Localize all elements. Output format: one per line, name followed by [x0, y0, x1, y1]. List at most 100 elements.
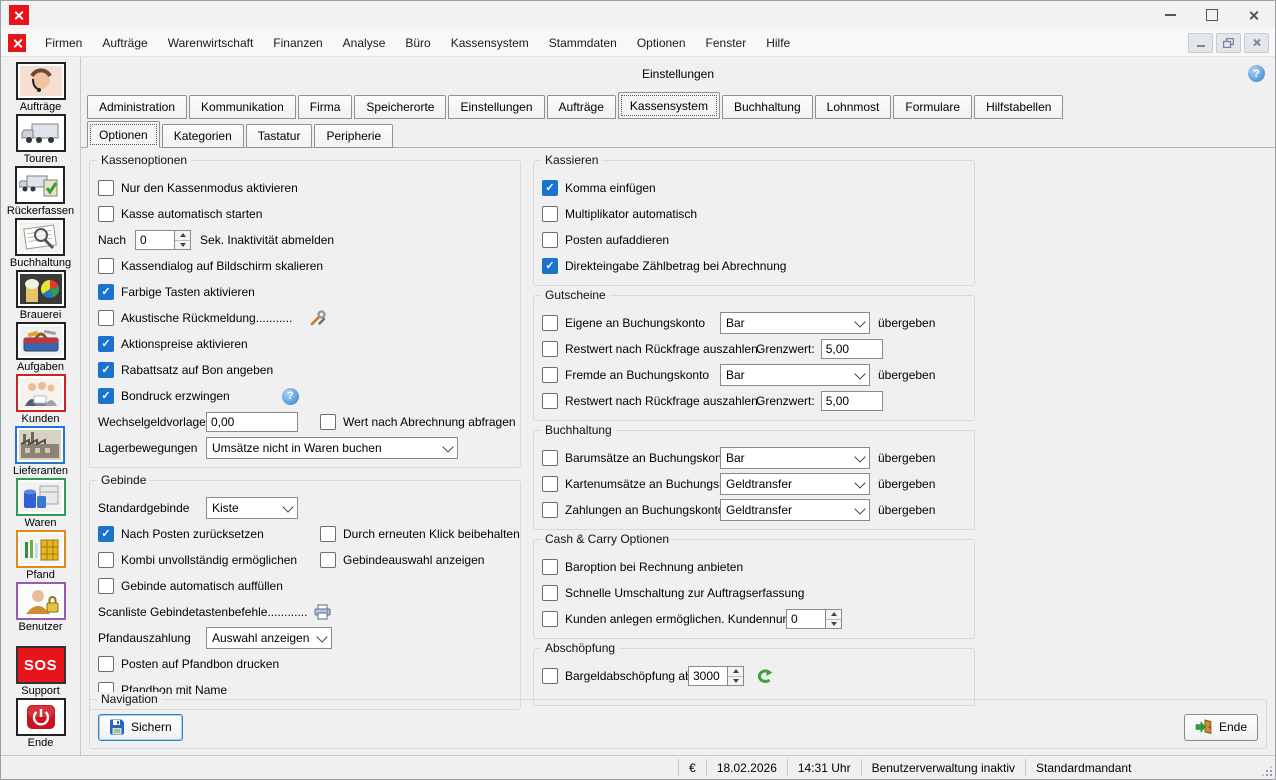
- tab-kassensystem[interactable]: Kassensystem: [618, 92, 720, 119]
- grenzwert-fremde-input[interactable]: [821, 391, 883, 411]
- save-button[interactable]: Sichern: [98, 714, 183, 741]
- configure-sound-button[interactable]: [310, 310, 327, 326]
- tab-auftraege[interactable]: Aufträge: [547, 95, 616, 119]
- kartenumsaetze-konto-select[interactable]: Geldtransfer: [720, 473, 870, 495]
- spinner-up-button[interactable]: [826, 610, 841, 619]
- restwert-eigene-checkbox-group[interactable]: Restwert nach Rückfrage auszahlen.: [542, 341, 750, 357]
- kunden-anlegen-checkbox-group[interactable]: Kunden anlegen ermöglichen. Kundennummer…: [542, 611, 778, 627]
- sidebar-item-kunden[interactable]: Kunden: [16, 374, 66, 425]
- zahlungen-konto-select[interactable]: Geldtransfer: [720, 499, 870, 521]
- dialog-skalieren-checkbox[interactable]: [98, 258, 114, 274]
- sidebar-item-waren[interactable]: Waren: [16, 478, 66, 529]
- sidebar-item-aufgaben[interactable]: Aufgaben: [16, 322, 66, 373]
- subtab-tastatur[interactable]: Tastatur: [246, 124, 313, 148]
- restwert-fremde-checkbox[interactable]: [542, 393, 558, 409]
- inaktivitaet-input[interactable]: [135, 230, 175, 250]
- mdi-restore-button[interactable]: [1216, 33, 1241, 53]
- menu-warenwirtschaft[interactable]: Warenwirtschaft: [159, 32, 263, 54]
- barumsaetze-konto-select[interactable]: Bar: [720, 447, 870, 469]
- spinner-up-button[interactable]: [728, 667, 743, 676]
- akustik-checkbox[interactable]: [98, 310, 114, 326]
- tab-firma[interactable]: Firma: [298, 95, 353, 119]
- zahlungen-checkbox[interactable]: [542, 502, 558, 518]
- option-auffuellen[interactable]: Gebinde automatisch auffüllen: [98, 573, 512, 599]
- sidebar-item-benutzer[interactable]: Benutzer: [16, 582, 66, 633]
- option-kombi[interactable]: Kombi unvollständig ermöglichen: [98, 552, 320, 568]
- kombi-checkbox[interactable]: [98, 552, 114, 568]
- zahlungen-checkbox-group[interactable]: Zahlungen an Buchungskonto: [542, 502, 720, 518]
- tab-speicherorte[interactable]: Speicherorte: [354, 95, 446, 119]
- tab-einstellungen[interactable]: Einstellungen: [448, 95, 544, 119]
- sidebar-item-pfand[interactable]: Pfand: [16, 530, 66, 581]
- pfandauszahlung-select[interactable]: Auswahl anzeigen: [206, 627, 332, 649]
- grenzwert-eigene-input[interactable]: [821, 339, 883, 359]
- menu-hilfe[interactable]: Hilfe: [757, 32, 799, 54]
- eigene-checkbox[interactable]: [542, 315, 558, 331]
- option-farbige-tasten[interactable]: Farbige Tasten aktivieren: [98, 279, 512, 305]
- baroption-checkbox[interactable]: [542, 559, 558, 575]
- eigene-konto-select[interactable]: Bar: [720, 312, 870, 334]
- kartenumsaetze-checkbox-group[interactable]: Kartenumsätze an Buchungskonto: [542, 476, 720, 492]
- option-nach-posten[interactable]: Nach Posten zurücksetzen: [98, 526, 320, 542]
- tab-kommunikation[interactable]: Kommunikation: [189, 95, 296, 119]
- bargeld-checkbox[interactable]: [542, 668, 558, 684]
- option-dialog-skalieren[interactable]: Kassendialog auf Bildschirm skalieren: [98, 253, 512, 279]
- kartenumsaetze-checkbox[interactable]: [542, 476, 558, 492]
- menu-buero[interactable]: Büro: [396, 32, 439, 54]
- help-icon[interactable]: [1248, 65, 1265, 82]
- auffuellen-checkbox[interactable]: [98, 578, 114, 594]
- menu-auftraege[interactable]: Aufträge: [93, 32, 156, 54]
- gebindeauswahl-checkbox[interactable]: [320, 552, 336, 568]
- multiplikator-checkbox[interactable]: [542, 206, 558, 222]
- option-nur-kassenmodus[interactable]: Nur den Kassenmodus aktivieren: [98, 175, 512, 201]
- option-multiplikator[interactable]: Multiplikator automatisch: [542, 201, 966, 227]
- reset-button[interactable]: [756, 669, 773, 684]
- help-icon[interactable]: [282, 388, 299, 405]
- minimize-button[interactable]: [1149, 1, 1191, 29]
- barumsaetze-checkbox[interactable]: [542, 450, 558, 466]
- resize-grip[interactable]: [1261, 756, 1275, 779]
- close-button[interactable]: [1233, 1, 1275, 29]
- sidebar-item-ende[interactable]: Ende: [16, 698, 66, 749]
- wechselgeld-input[interactable]: [206, 412, 298, 432]
- spinner-down-button[interactable]: [175, 240, 190, 250]
- option-umschaltung[interactable]: Schnelle Umschaltung zur Auftragserfassu…: [542, 580, 966, 606]
- print-scanliste-button[interactable]: [313, 604, 332, 620]
- maximize-button[interactable]: [1191, 1, 1233, 29]
- restwert-fremde-checkbox-group[interactable]: Restwert nach Rückfrage auszahlen.: [542, 393, 750, 409]
- sidebar-item-buchhaltung[interactable]: Buchhaltung: [10, 218, 71, 269]
- menu-firmen[interactable]: Firmen: [36, 32, 91, 54]
- rabattsatz-checkbox[interactable]: [98, 362, 114, 378]
- menu-analyse[interactable]: Analyse: [334, 32, 395, 54]
- bargeld-input[interactable]: [688, 666, 728, 686]
- menu-stammdaten[interactable]: Stammdaten: [540, 32, 626, 54]
- mdi-minimize-button[interactable]: [1188, 33, 1213, 53]
- tab-buchhaltung[interactable]: Buchhaltung: [722, 95, 813, 119]
- kunden-anlegen-checkbox[interactable]: [542, 611, 558, 627]
- tab-hilfstabellen[interactable]: Hilfstabellen: [974, 95, 1063, 119]
- option-bondruck[interactable]: Bondruck erzwingen: [98, 383, 512, 409]
- subtab-optionen[interactable]: Optionen: [87, 121, 160, 148]
- spinner-up-button[interactable]: [175, 231, 190, 240]
- spinner-down-button[interactable]: [826, 619, 841, 629]
- standardgebinde-select[interactable]: Kiste: [206, 497, 298, 519]
- wert-abfragen-checkbox[interactable]: [320, 414, 336, 430]
- option-komma[interactable]: Komma einfügen: [542, 175, 966, 201]
- lagerbewegungen-select[interactable]: Umsätze nicht in Waren buchen: [206, 437, 458, 459]
- option-gebindeauswahl[interactable]: Gebindeauswahl anzeigen: [320, 552, 484, 568]
- sidebar-item-rueckerfassen[interactable]: Rückerfassen: [7, 166, 74, 217]
- restwert-eigene-checkbox[interactable]: [542, 341, 558, 357]
- option-klick-beibehalten[interactable]: Durch erneuten Klick beibehalten: [320, 526, 520, 542]
- menu-finanzen[interactable]: Finanzen: [264, 32, 331, 54]
- option-baroption[interactable]: Baroption bei Rechnung anbieten: [542, 554, 966, 580]
- kasse-autostart-checkbox[interactable]: [98, 206, 114, 222]
- mdi-close-button[interactable]: [1244, 33, 1269, 53]
- aktionspreise-checkbox[interactable]: [98, 336, 114, 352]
- menu-fenster[interactable]: Fenster: [697, 32, 756, 54]
- option-direkteingabe[interactable]: Direkteingabe Zählbetrag bei Abrechnung: [542, 253, 966, 279]
- ende-button[interactable]: Ende: [1184, 714, 1258, 741]
- umschaltung-checkbox[interactable]: [542, 585, 558, 601]
- fremde-checkbox[interactable]: [542, 367, 558, 383]
- fremde-checkbox-group[interactable]: Fremde an Buchungskonto: [542, 367, 720, 383]
- kundennummern-input[interactable]: [786, 609, 826, 629]
